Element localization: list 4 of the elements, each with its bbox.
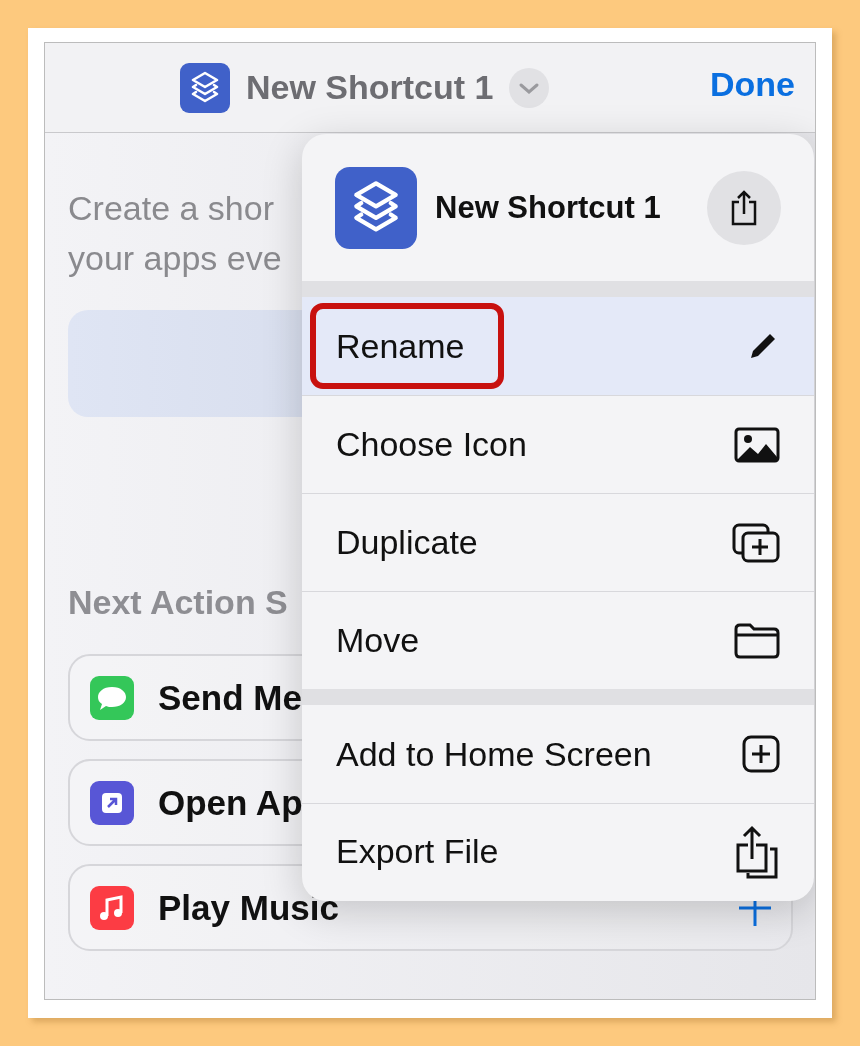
- description-text: Create a shor: [68, 188, 274, 229]
- menu-title: New Shortcut 1: [435, 189, 662, 226]
- section-title: Next Action S: [68, 582, 289, 622]
- description-text: your apps eve: [68, 238, 282, 279]
